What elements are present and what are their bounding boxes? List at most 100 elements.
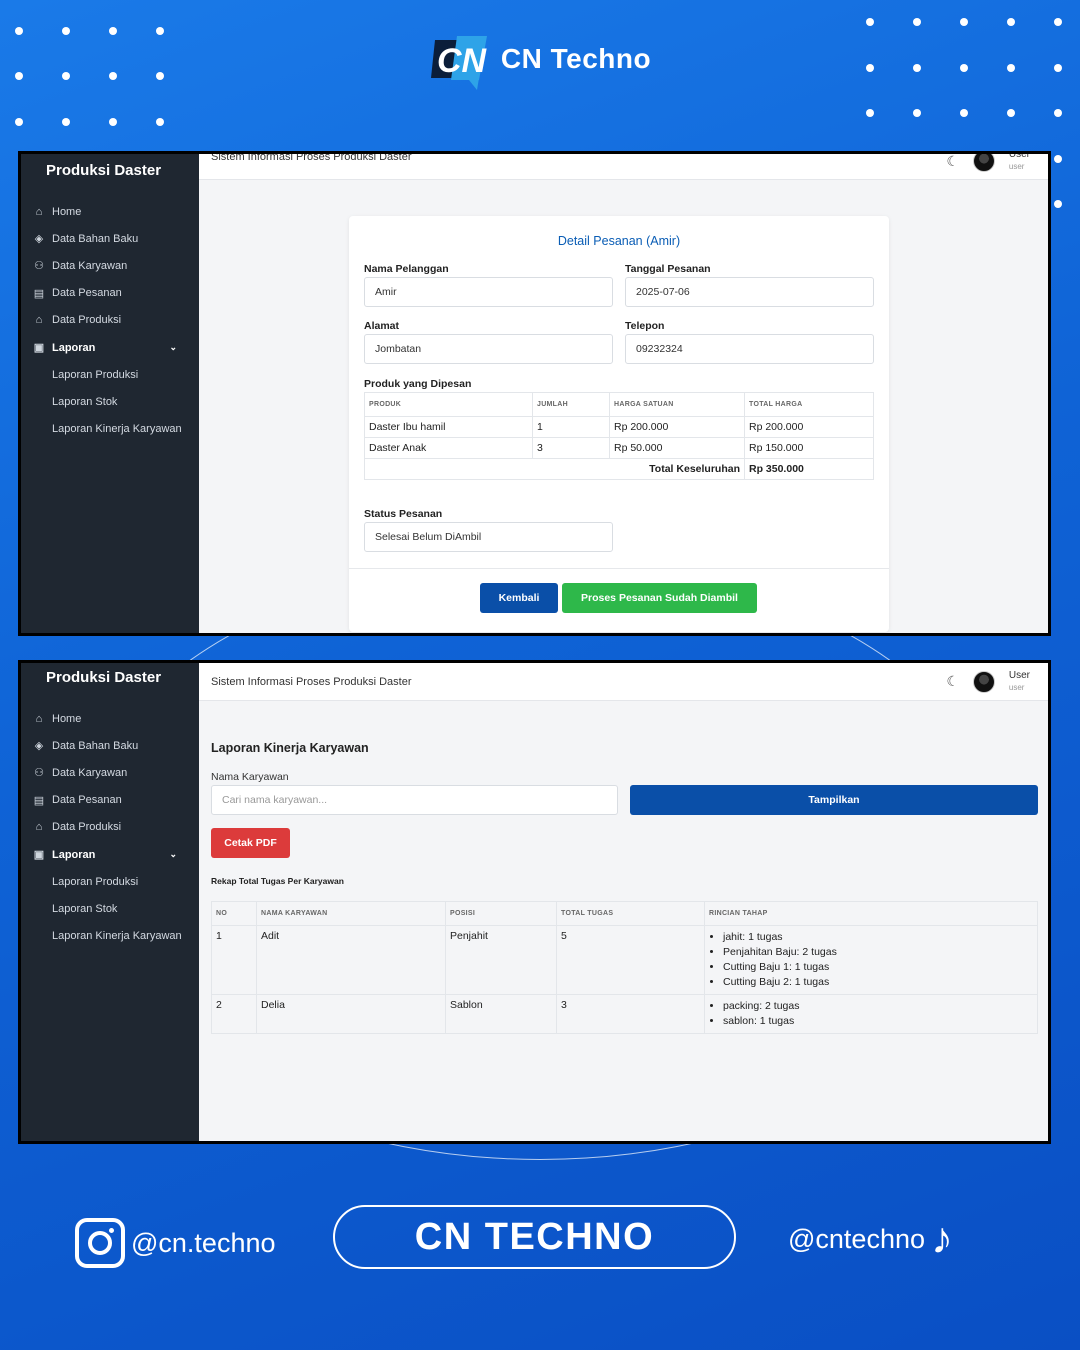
chevron-down-icon: ⌄ <box>169 342 177 353</box>
avatar[interactable] <box>972 154 995 172</box>
moon-icon[interactable]: ☾ <box>946 154 959 170</box>
file-icon: ▤ <box>33 794 45 807</box>
users-icon: ⚇ <box>34 260 44 273</box>
cn-techno-badge[interactable]: CN TECHNO <box>333 1205 736 1269</box>
sidebar-item-laporan-stok[interactable]: Laporan Stok <box>21 388 199 415</box>
sidebar: Produksi Daster ⌂ Home ◈ Data Bahan Baku ⚇… <box>21 154 199 633</box>
sidebar-item-bahan-baku[interactable]: ◈ Data Bahan Baku <box>21 732 199 759</box>
order-title: Detail Pesanan (Amir) <box>557 234 681 248</box>
users-icon: ⚇ <box>34 767 44 780</box>
col-header: NAMA KARYAWAN <box>256 901 446 926</box>
main-content: Sistem Informasi Proses Produksi Daster … <box>199 154 1048 633</box>
table-row: 1 Adit Penjahit 5 jahit: 1 tugas Penjahi… <box>211 925 1038 995</box>
tiktok-link[interactable]: @cntechno ♪ <box>788 1217 953 1261</box>
app-title: Sistem Informasi Proses Produksi Daster <box>211 675 412 688</box>
moon-icon[interactable]: ☾ <box>946 673 959 690</box>
table-row: Daster Anak 3 Rp 50.000 Rp 150.000 <box>364 437 874 459</box>
phone-label: Telepon <box>625 320 665 332</box>
main-content: Sistem Informasi Proses Produksi Daster … <box>199 663 1048 1141</box>
sidebar-item-laporan-kinerja[interactable]: Laporan Kinerja Karyawan <box>21 416 199 443</box>
sidebar-title: Produksi Daster <box>46 162 162 179</box>
employee-search-input[interactable]: Cari nama karyawan... <box>211 785 618 815</box>
status-label: Status Pesanan <box>364 508 443 520</box>
detail-list: packing: 2 tugas sablon: 1 tugas <box>709 999 1033 1029</box>
sidebar-item-produksi[interactable]: ⌂ Data Produksi <box>21 814 199 841</box>
order-detail-card: Detail Pesanan (Amir) Nama Pelanggan Ami… <box>349 216 889 632</box>
home-icon: ⌂ <box>35 712 43 725</box>
col-header: NO <box>211 901 257 926</box>
layers-icon: ◈ <box>34 233 44 246</box>
cn-logo-icon: CN <box>429 28 493 90</box>
sidebar-item-karyawan[interactable]: ⚇ Data Karyawan <box>21 252 199 279</box>
sidebar-item-pesanan[interactable]: ▤ Data Pesanan <box>21 280 199 307</box>
user-menu[interactable]: User user <box>1009 670 1030 694</box>
col-header: TOTAL HARGA <box>744 392 874 417</box>
print-pdf-button[interactable]: Cetak PDF <box>211 828 290 858</box>
products-table: PRODUK JUMLAH HARGA SATUAN TOTAL HARGA D… <box>364 392 874 480</box>
col-header: JUMLAH <box>532 392 610 417</box>
sidebar-item-laporan-produksi[interactable]: Laporan Produksi <box>21 868 199 895</box>
report-title: Laporan Kinerja Karyawan <box>211 741 369 755</box>
sidebar-item-laporan-stok[interactable]: Laporan Stok <box>21 895 199 922</box>
sidebar-item-home[interactable]: ⌂ Home <box>21 198 199 225</box>
divider <box>349 568 889 569</box>
topbar: Sistem Informasi Proses Produksi Daster … <box>199 663 1048 701</box>
app-title: Sistem Informasi Proses Produksi Daster <box>211 151 412 163</box>
customer-label: Nama Pelanggan <box>364 263 449 275</box>
process-button[interactable]: Proses Pesanan Sudah Diambil <box>562 583 757 613</box>
name-label: Nama Karyawan <box>211 771 289 783</box>
col-header: HARGA SATUAN <box>609 392 745 417</box>
layers-icon: ◈ <box>34 740 44 753</box>
home-icon: ⌂ <box>35 205 43 218</box>
back-button[interactable]: Kembali <box>480 583 558 613</box>
sidebar-item-karyawan[interactable]: ⚇ Data Karyawan <box>21 759 199 786</box>
clipboard-icon: ▣ <box>33 342 45 355</box>
status-field[interactable]: Selesai Belum DiAmbil <box>364 522 613 552</box>
tiktok-icon: ♪ <box>931 1214 953 1263</box>
address-field[interactable]: Jombatan <box>364 334 613 364</box>
sidebar-item-laporan-kinerja[interactable]: Laporan Kinerja Karyawan <box>21 923 199 950</box>
date-field[interactable]: 2025-07-06 <box>625 277 874 307</box>
col-header: PRODUK <box>364 392 533 417</box>
avatar[interactable] <box>972 670 995 693</box>
detail-list: jahit: 1 tugas Penjahitan Baju: 2 tugas … <box>709 930 1033 990</box>
sidebar-item-pesanan[interactable]: ▤ Data Pesanan <box>21 787 199 814</box>
file-icon: ▤ <box>33 287 45 300</box>
sidebar-item-bahan-baku[interactable]: ◈ Data Bahan Baku <box>21 225 199 252</box>
brand-name: CN Techno <box>500 43 652 74</box>
sidebar-item-produksi[interactable]: ⌂ Data Produksi <box>21 307 199 334</box>
sidebar-item-laporan-produksi[interactable]: Laporan Produksi <box>21 361 199 388</box>
footer: @cn.techno CN TECHNO @cntechno ♪ <box>0 1205 1080 1275</box>
clipboard-icon: ▣ <box>33 849 45 862</box>
sidebar: Produksi Daster ⌂ Home ◈ Data Bahan Baku ⚇… <box>21 663 199 1141</box>
table-row: Daster Ibu hamil 1 Rp 200.000 Rp 200.000 <box>364 416 874 438</box>
factory-icon: ⌂ <box>35 314 43 327</box>
factory-icon: ⌂ <box>35 821 43 834</box>
user-menu[interactable]: User user <box>1009 154 1030 173</box>
instagram-icon <box>75 1218 125 1268</box>
show-button[interactable]: Tampilkan <box>630 785 1038 815</box>
performance-table: NO NAMA KARYAWAN POSISI TOTAL TUGAS RINC… <box>211 901 1038 1034</box>
sidebar-item-home[interactable]: ⌂ Home <box>21 705 199 732</box>
svg-text:CN: CN <box>437 42 488 80</box>
summary-label: Rekap Total Tugas Per Karyawan <box>211 876 344 886</box>
sidebar-title: Produksi Daster <box>46 669 162 686</box>
col-header: POSISI <box>445 901 557 926</box>
screenshot-order-detail: Produksi Daster ⌂ Home ◈ Data Bahan Baku ⚇… <box>18 151 1051 636</box>
total-row: Total Keseluruhan Rp 350.000 <box>364 458 874 480</box>
topbar: Sistem Informasi Proses Produksi Daster … <box>199 154 1048 180</box>
col-header: TOTAL TUGAS <box>556 901 705 926</box>
sidebar-item-laporan[interactable]: ▣ Laporan ⌄ <box>21 841 199 868</box>
products-label: Produk yang Dipesan <box>364 378 472 390</box>
chevron-down-icon: ⌄ <box>169 849 177 860</box>
table-row: 2 Delia Sablon 3 packing: 2 tugas sablon… <box>211 994 1038 1034</box>
address-label: Alamat <box>364 320 400 332</box>
sidebar-item-laporan[interactable]: ▣ Laporan ⌄ <box>21 334 199 361</box>
col-header: RINCIAN TAHAP <box>704 901 1038 926</box>
screenshot-performance-report: Produksi Daster ⌂ Home ◈ Data Bahan Baku ⚇… <box>18 660 1051 1144</box>
brand-header: CN CN Techno <box>0 28 1080 90</box>
date-label: Tanggal Pesanan <box>625 263 711 275</box>
customer-field[interactable]: Amir <box>364 277 613 307</box>
instagram-link[interactable]: @cn.techno <box>75 1218 276 1268</box>
phone-field[interactable]: 09232324 <box>625 334 874 364</box>
